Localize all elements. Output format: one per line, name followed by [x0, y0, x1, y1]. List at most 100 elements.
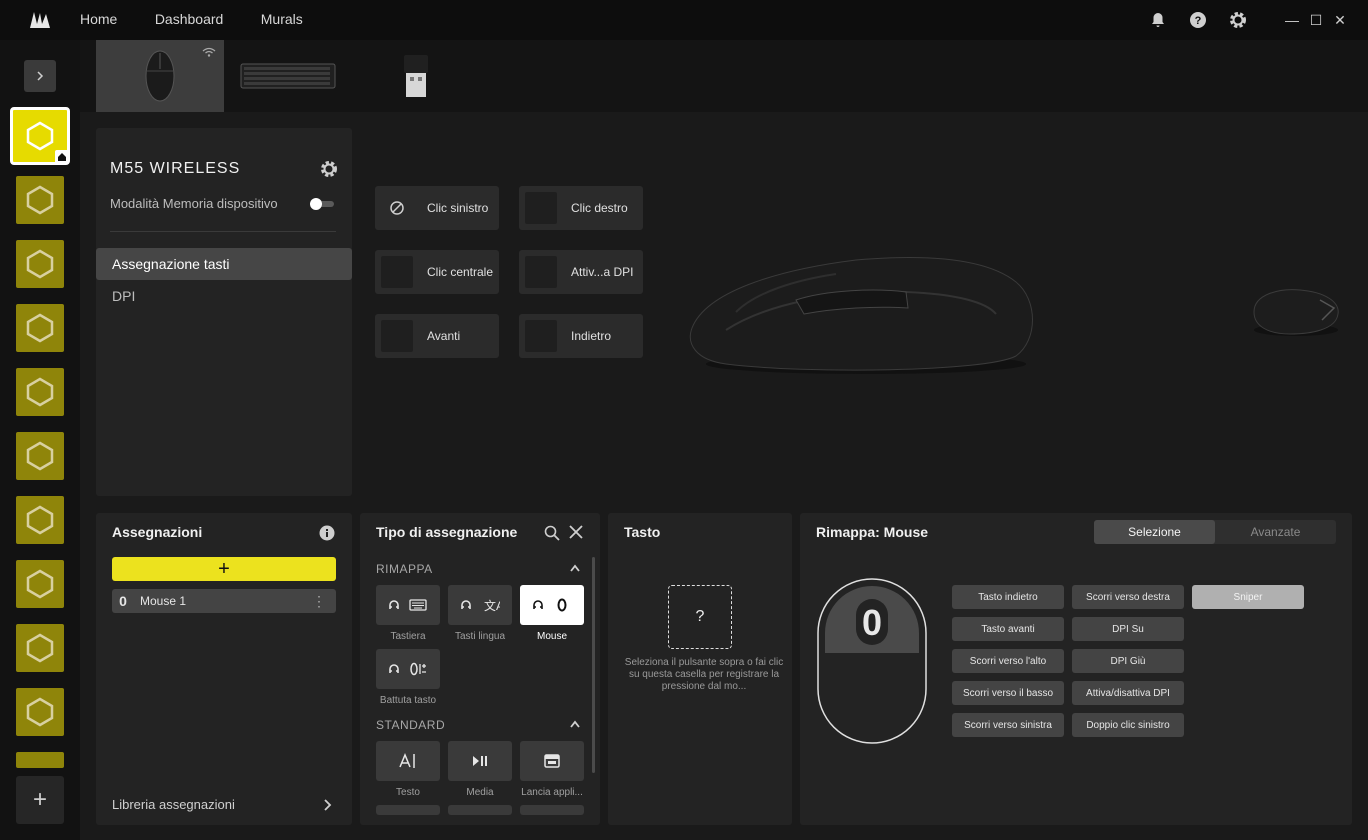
key-middle-click[interactable]: Clic centrale	[375, 250, 499, 294]
remap-col2-item-5[interactable]: Doppio clic sinistro	[1072, 713, 1184, 737]
memory-mode-toggle[interactable]	[310, 198, 336, 210]
key-forward[interactable]: Avanti	[375, 314, 499, 358]
key-panel: Tasto ? Seleziona il pulsante sopra o fa…	[608, 513, 792, 825]
help-icon[interactable]: ?	[1178, 0, 1218, 40]
keystroke-icon	[389, 662, 426, 676]
tile-media-label: Media	[466, 787, 494, 798]
title-bar: Home Dashboard Murals ? — ☐ ✕	[0, 0, 1368, 40]
tile-text[interactable]	[376, 741, 440, 781]
device-keyboard[interactable]	[224, 40, 352, 112]
tile-keyboard[interactable]	[376, 585, 440, 625]
remap-col2-item-4[interactable]: Attiva/disattiva DPI	[1072, 681, 1184, 705]
tile-language-keys[interactable]: 文A	[448, 585, 512, 625]
tile-media[interactable]	[448, 741, 512, 781]
key-middle-label: Clic centrale	[427, 265, 494, 279]
remap-col2-item-3[interactable]: DPI Giù	[1072, 649, 1184, 673]
remap-mode-tabs: Selezione Avanzate	[1094, 520, 1336, 544]
tile-keystroke[interactable]	[376, 649, 440, 689]
hexagon-icon	[26, 441, 54, 471]
chevron-up-icon[interactable]	[570, 564, 580, 572]
mouse-front-image	[1253, 289, 1339, 336]
nav-home[interactable]: Home	[80, 11, 117, 27]
profile-11[interactable]	[16, 752, 64, 768]
key-right-click[interactable]: Clic destro	[519, 186, 643, 230]
info-icon[interactable]	[319, 525, 335, 546]
nav-dashboard[interactable]: Dashboard	[155, 11, 224, 27]
bell-icon[interactable]	[1138, 0, 1178, 40]
tab-advanced[interactable]: Avanzate	[1215, 520, 1336, 544]
keyboard-device-icon	[240, 63, 336, 89]
key-back[interactable]: Indietro	[519, 314, 643, 358]
remap-col1-item-1[interactable]: Tasto indietro	[952, 585, 1064, 609]
profile-10[interactable]	[16, 688, 64, 736]
close-icon[interactable]	[569, 525, 583, 544]
divider	[110, 231, 336, 232]
profile-9[interactable]	[16, 624, 64, 672]
hexagon-icon	[26, 697, 54, 727]
mouse-zero-icon: 0	[861, 602, 883, 643]
chevron-right-icon	[324, 799, 332, 811]
remap-col1-item-3[interactable]: Scorri verso l'alto	[952, 649, 1064, 673]
tile-more-2[interactable]	[448, 805, 512, 815]
expand-sidebar-button[interactable]	[24, 60, 56, 92]
hexagon-icon	[26, 633, 54, 663]
titlebar-actions: ? — ☐ ✕	[1138, 0, 1368, 40]
device-m55-mouse[interactable]	[96, 40, 224, 112]
tile-keystroke-label: Battuta tasto	[379, 695, 437, 706]
key-back-label: Indietro	[571, 329, 612, 343]
tab-selection[interactable]: Selezione	[1094, 520, 1215, 544]
profile-5[interactable]	[16, 368, 64, 416]
profile-4[interactable]	[16, 304, 64, 352]
nav-murals[interactable]: Murals	[261, 11, 303, 27]
device-settings-gear-icon[interactable]	[320, 160, 338, 183]
scrollbar[interactable]	[592, 557, 595, 773]
tile-text-label: Testo	[396, 787, 420, 798]
key-capture-box[interactable]: ?	[668, 585, 732, 649]
hexagon-icon	[26, 313, 54, 343]
remap-title: Rimappa: Mouse	[816, 524, 929, 540]
assignment-item-mouse-1[interactable]: 0 Mouse 1 ⋮	[112, 589, 336, 613]
tile-language-label: Tasti lingua	[454, 631, 506, 642]
remap-col1-item-2[interactable]: Tasto avanti	[952, 617, 1064, 641]
tile-more-1[interactable]	[376, 805, 440, 815]
add-profile-button[interactable]: +	[16, 776, 64, 824]
svg-text:文A: 文A	[484, 598, 500, 613]
corsair-logo-icon[interactable]	[0, 0, 80, 40]
profile-2[interactable]	[16, 176, 64, 224]
more-options-icon[interactable]: ⋮	[312, 593, 326, 610]
menu-dpi[interactable]: DPI	[96, 280, 352, 312]
wireless-icon	[202, 44, 216, 62]
gear-icon[interactable]	[1218, 0, 1258, 40]
search-icon[interactable]	[544, 525, 560, 546]
tile-launch-label: Lancia appli...	[521, 787, 583, 798]
tile-mouse-label: Mouse	[536, 631, 567, 642]
key-dpi-toggle[interactable]: Attiv...a DPI	[519, 250, 643, 294]
profile-active[interactable]	[10, 107, 70, 165]
assignment-library-link[interactable]: Libreria assegnazioni	[112, 797, 336, 812]
remap-mouse-icon	[533, 598, 567, 612]
menu-key-assignment[interactable]: Assegnazione tasti	[96, 248, 352, 280]
remap-col2-item-1[interactable]: Scorri verso destra	[1072, 585, 1184, 609]
profile-8[interactable]	[16, 560, 64, 608]
profile-3[interactable]	[16, 240, 64, 288]
tile-launch-app[interactable]	[520, 741, 584, 781]
chevron-up-icon[interactable]	[570, 720, 580, 728]
remap-sniper-button[interactable]: Sniper	[1192, 585, 1304, 609]
add-assignment-button[interactable]: +	[112, 557, 336, 581]
remap-col1-item-4[interactable]: Scorri verso il basso	[952, 681, 1064, 705]
key-dpi-label: Attiv...a DPI	[571, 265, 634, 279]
remap-col1-item-5[interactable]: Scorri verso sinistra	[952, 713, 1064, 737]
tile-mouse[interactable]	[520, 585, 584, 625]
assignment-type-panel: Tipo di assegnazione RIMAPPA Tastiera 文A…	[360, 513, 600, 825]
tile-more-3[interactable]	[520, 805, 584, 815]
key-swatch	[525, 256, 557, 288]
close-window-button[interactable]: ✕	[1328, 0, 1352, 40]
remap-col2-item-2[interactable]: DPI Su	[1072, 617, 1184, 641]
device-usb-receiver[interactable]	[352, 40, 480, 112]
maximize-button[interactable]: ☐	[1304, 0, 1328, 40]
minimize-button[interactable]: —	[1280, 0, 1304, 40]
profile-7[interactable]	[16, 496, 64, 544]
key-left-click[interactable]: Clic sinistro	[375, 186, 499, 230]
key-right-label: Clic destro	[571, 201, 628, 215]
profile-6[interactable]	[16, 432, 64, 480]
